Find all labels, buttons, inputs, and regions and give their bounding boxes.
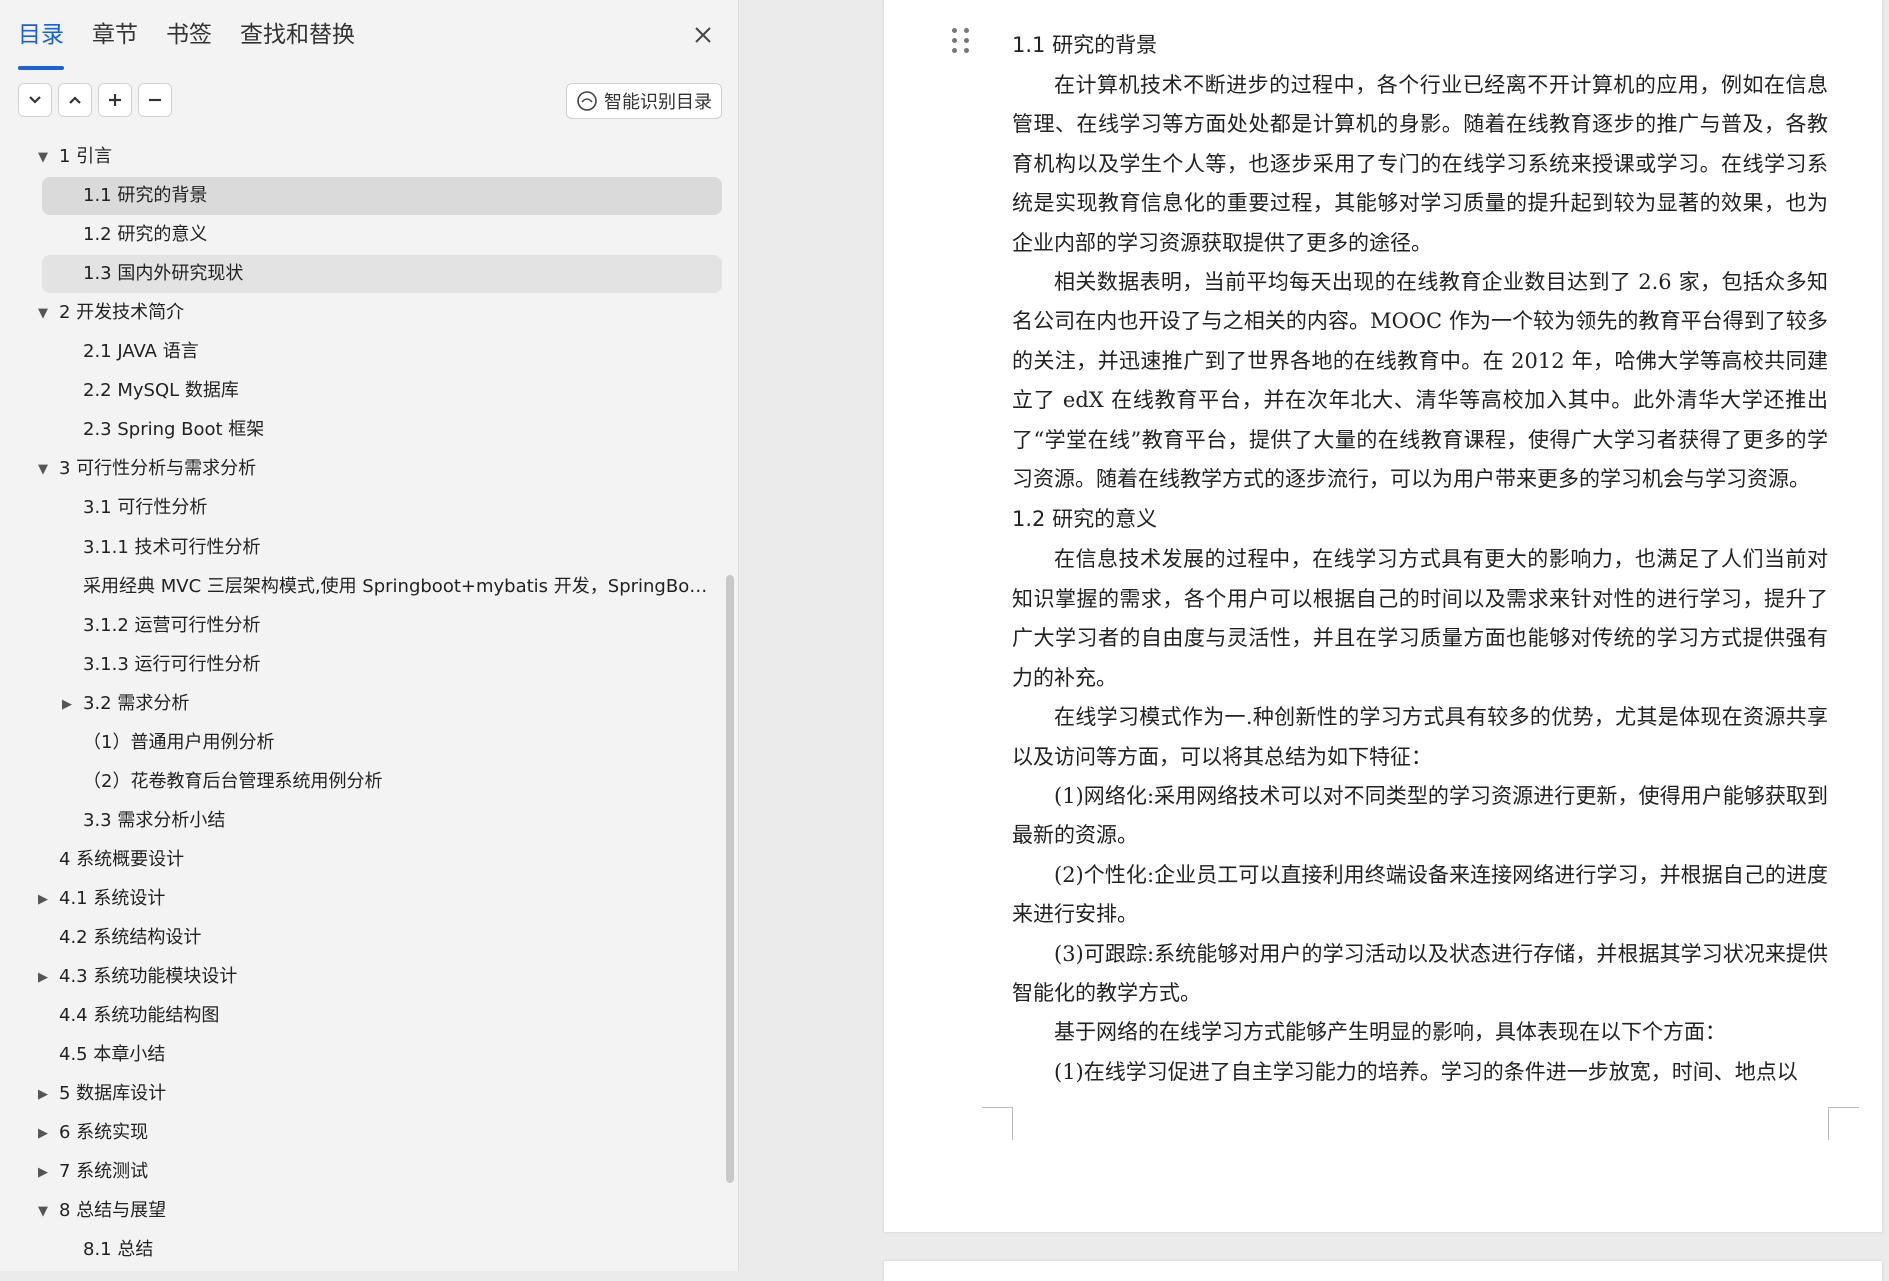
collapse-button[interactable] [18, 83, 52, 117]
expand-button[interactable] [58, 83, 92, 117]
caret-right-icon[interactable]: ▶ [59, 697, 75, 712]
toc-item[interactable]: 4.5 本章小结 [59, 1036, 716, 1074]
toc-item[interactable]: （2）花卷教育后台管理系统用例分析 [83, 763, 716, 801]
paragraph: (1)网络化:采用网络技术可以对不同类型的学习资源进行更新，使得用户能够获取到最… [1012, 783, 1828, 848]
toc-item[interactable]: （1）普通用户用例分析 [83, 724, 716, 762]
tab-bookmarks[interactable]: 书签 [166, 18, 212, 62]
toc-item[interactable]: 1.3 国内外研究现状 [83, 255, 716, 293]
toc-item[interactable]: 1.1 研究的背景 [83, 177, 716, 215]
toc-item[interactable]: 4.1 系统设计 [59, 880, 716, 918]
toc-item[interactable]: 7 系统测试 [59, 1153, 716, 1191]
toc-item[interactable]: 3.1.2 运营可行性分析 [83, 607, 716, 645]
document-body[interactable]: 1.1 研究的背景 在计算机技术不断进步的过程中，各个行业已经离不开计算机的应用… [1012, 25, 1828, 1092]
toc-item[interactable]: 3.3 需求分析小结 [83, 802, 716, 840]
caret-right-icon[interactable]: ▶ [35, 1087, 51, 1102]
sidebar-scrollbar[interactable] [726, 575, 734, 1183]
caret-right-icon[interactable]: ▶ [35, 1165, 51, 1180]
tab-find-replace[interactable]: 查找和替换 [240, 18, 355, 62]
toc-item[interactable]: 2 开发技术简介 [59, 294, 716, 332]
toc-item[interactable]: 2.2 MySQL 数据库 [83, 372, 716, 410]
toc-item[interactable]: 3 可行性分析与需求分析 [59, 450, 716, 488]
sidebar-tabs: 目录 章节 书签 查找和替换 [18, 18, 383, 70]
toc-item[interactable]: 采用经典 MVC 三层架构模式,使用 Springboot+mybatis 开发… [83, 568, 716, 606]
plus-icon [109, 94, 121, 106]
toc-item[interactable]: 5 数据库设计 [59, 1075, 716, 1113]
page-corner-mark [982, 1107, 1013, 1140]
paragraph: 在计算机技术不断进步的过程中，各个行业已经离不开计算机的应用，例如在信息管理、在… [1012, 73, 1828, 255]
paragraph: 相关数据表明，当前平均每天出现的在线教育企业数目达到了 2.6 家，包括众多知名… [1012, 270, 1828, 492]
toc-item[interactable]: 3.1.1 技术可行性分析 [83, 529, 716, 567]
toc-item[interactable]: 4 系统概要设计 [59, 841, 716, 879]
toc-toolbar [18, 83, 172, 117]
close-sidebar-button[interactable] [688, 20, 718, 50]
chevron-down-icon [29, 96, 41, 104]
tab-chapters[interactable]: 章节 [92, 18, 138, 62]
minus-icon [149, 98, 161, 102]
toc-item[interactable]: 8.1 总结 [83, 1231, 716, 1269]
toc-item[interactable]: 3.2 需求分析 [83, 685, 716, 723]
toc-item[interactable]: 1 引言 [59, 138, 716, 176]
chevron-up-icon [69, 96, 81, 104]
caret-down-icon[interactable]: ▼ [35, 1204, 51, 1219]
paragraph: 基于网络的在线学习方式能够产生明显的影响，具体表现在以下个方面： [1054, 1020, 1726, 1045]
toc-item[interactable]: 3.1 可行性分析 [83, 489, 716, 527]
heading-1-1: 1.1 研究的背景 [1012, 33, 1158, 57]
caret-right-icon[interactable]: ▶ [35, 1126, 51, 1141]
smart-toc-label: 智能识别目录 [604, 92, 712, 113]
toc-item[interactable]: 8 总结与展望 [59, 1192, 716, 1230]
toc-item[interactable]: 2.1 JAVA 语言 [83, 333, 716, 371]
caret-right-icon[interactable]: ▶ [35, 970, 51, 985]
paragraph: 在线学习模式作为一.种创新性的学习方式具有较多的优势，尤其是体现在资源共享以及访… [1012, 705, 1828, 769]
smart-recognize-icon [577, 91, 597, 111]
paragraph: 在信息技术发展的过程中，在线学习方式具有更大的影响力，也满足了人们当前对知识掌握… [1012, 547, 1828, 690]
next-document-page [884, 1261, 1882, 1281]
paragraph: (3)可跟踪:系统能够对用户的学习活动以及状态进行存储，并根据其学习状况来提供智… [1012, 941, 1828, 1005]
toc-item[interactable]: 3.1.3 运行可行性分析 [83, 646, 716, 684]
caret-right-icon[interactable]: ▶ [35, 892, 51, 907]
toc-item[interactable]: 1.2 研究的意义 [83, 216, 716, 254]
toc-item[interactable]: 2.3 Spring Boot 框架 [83, 411, 716, 449]
toc-item[interactable]: 6 系统实现 [59, 1114, 716, 1152]
caret-down-icon[interactable]: ▼ [35, 462, 51, 477]
drag-handle-icon[interactable] [952, 28, 972, 54]
smart-toc-button[interactable]: 智能识别目录 [566, 83, 722, 119]
caret-down-icon[interactable]: ▼ [35, 150, 51, 165]
tab-toc[interactable]: 目录 [18, 18, 64, 70]
toc-item[interactable]: 4.3 系统功能模块设计 [59, 958, 716, 996]
toc-item[interactable]: 4.2 系统结构设计 [59, 919, 716, 957]
add-entry-button[interactable] [98, 83, 132, 117]
paragraph: (2)个性化:企业员工可以直接利用终端设备来连接网络进行学习，并根据自己的进度来… [1012, 862, 1828, 927]
paragraph: (1)在线学习促进了自主学习能力的培养。学习的条件进一步放宽，时间、地点以 [1054, 1059, 1798, 1084]
remove-entry-button[interactable] [138, 83, 172, 117]
toc-sidebar: 目录 章节 书签 查找和替换 智能识别目录 ▼ 1 引言 1.1 研究的背景 1.2 … [0, 0, 739, 1271]
heading-1-2: 1.2 研究的意义 [1012, 507, 1158, 532]
page-corner-mark [1828, 1107, 1859, 1140]
toc-item[interactable]: 4.4 系统功能结构图 [59, 997, 716, 1035]
close-icon [695, 27, 711, 43]
caret-down-icon[interactable]: ▼ [35, 306, 51, 321]
